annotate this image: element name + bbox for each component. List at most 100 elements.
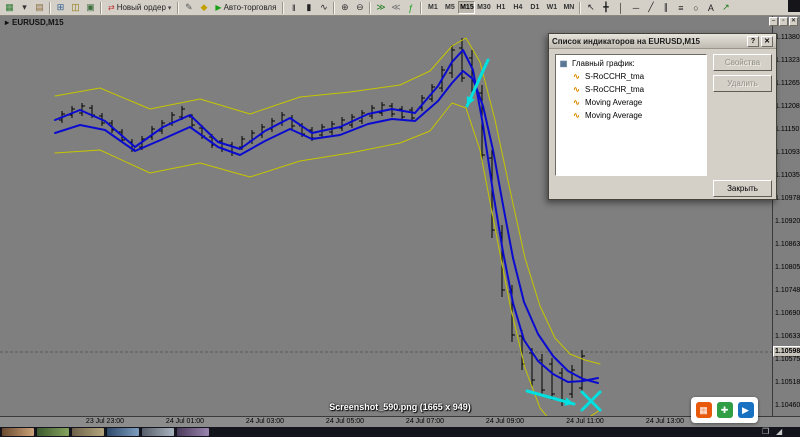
indicator-item[interactable]: ∿Moving Average (558, 96, 704, 109)
price-axis-label: 1.11208 (775, 103, 800, 110)
timeframe-m1[interactable]: M1 (424, 1, 441, 14)
share-save-icon[interactable]: ✚ (717, 402, 733, 418)
navigator-icon[interactable]: ◫ (68, 1, 83, 15)
taskbar-thumbnail[interactable] (142, 428, 174, 436)
dialog-titlebar[interactable]: Список индикаторов на EURUSD,M15 ? ✕ (549, 34, 776, 49)
resize-icon[interactable]: ◢ (776, 427, 782, 437)
properties-button[interactable]: Свойства (713, 54, 772, 71)
delete-button[interactable]: Удалить (713, 75, 772, 92)
new-order-button-label: Новый ордер (117, 3, 166, 12)
price-axis-label: 1.11150 (775, 126, 799, 133)
indicators-dialog: Список индикаторов на EURUSD,M15 ? ✕ ▦Гл… (548, 33, 777, 200)
text-label-icon[interactable]: A (703, 1, 718, 15)
crosshair-icon[interactable]: ╋ (598, 1, 613, 15)
price-axis-label: 1.11323 (775, 57, 800, 64)
chart-minimize-button[interactable]: – (769, 17, 778, 26)
metaeditor-icon[interactable]: ✎ (181, 1, 196, 15)
taskbar-thumbnail[interactable] (37, 428, 69, 436)
screen-corner-block (788, 0, 800, 12)
metaquotes-icon[interactable]: ◆ (196, 1, 211, 15)
indicator-icon: ∿ (571, 72, 582, 82)
channel-icon[interactable]: ∥ (658, 1, 673, 15)
autotrade-button[interactable]: ▶Авто-торговля (211, 1, 280, 15)
price-axis-label: 1.10460 (775, 402, 800, 409)
indicator-item[interactable]: ∿Moving Average (558, 109, 704, 122)
trendline-icon[interactable]: ╱ (643, 1, 658, 15)
bar-chart-icon[interactable]: ‖ (286, 1, 301, 15)
price-axis-label: 1.10978 (775, 195, 800, 202)
tree-root-main-chart[interactable]: ▦Главный график: (558, 57, 704, 70)
fibonacci-icon[interactable]: ≡ (673, 1, 688, 15)
dialog-close-button[interactable]: ✕ (761, 36, 773, 47)
horizontal-line-icon[interactable]: ─ (628, 1, 643, 15)
timeframe-d1[interactable]: D1 (526, 1, 543, 14)
timeframe-h4[interactable]: H4 (509, 1, 526, 14)
market-watch-icon[interactable]: ⊞ (53, 1, 68, 15)
chart-restore-button[interactable]: ▫ (779, 17, 788, 26)
timeframe-h1[interactable]: H1 (492, 1, 509, 14)
close-button[interactable]: Закрыть (713, 180, 772, 197)
price-axis-label: 1.10633 (775, 333, 800, 340)
share-mail-icon[interactable]: ▦ (696, 402, 712, 418)
price-axis-label: 1.11035 (775, 172, 800, 179)
toolbar-separator (333, 2, 335, 14)
timeframe-m30[interactable]: M30 (475, 1, 492, 14)
time-axis-label: 23 Jul 23:00 (86, 418, 124, 425)
new-order-button-dropdown-icon[interactable]: ▾ (168, 4, 172, 12)
terminal-icon[interactable]: ▣ (83, 1, 98, 15)
indicator-list[interactable]: ▦Главный график:∿S-RoCCHR_tma∿S-RoCCHR_t… (555, 54, 707, 176)
time-axis: 23 Jul 23:0024 Jul 01:0024 Jul 03:0024 J… (0, 416, 800, 427)
vertical-line-icon[interactable]: │ (613, 1, 628, 15)
time-axis-label: 24 Jul 13:00 (646, 418, 684, 425)
toolbar-separator (369, 2, 371, 14)
zoom-out-icon[interactable]: ⊖ (352, 1, 367, 15)
copy-icon[interactable]: ❐ (762, 427, 769, 437)
indicator-icon: ∿ (571, 98, 582, 108)
timeframe-m15[interactable]: M15 (458, 1, 475, 14)
arrow-object-icon[interactable]: ↗ (718, 1, 733, 15)
chart-tree-icon: ▦ (558, 59, 569, 69)
taskbar-thumbnail[interactable] (2, 428, 34, 436)
shapes-icon[interactable]: ○ (688, 1, 703, 15)
zoom-in-icon[interactable]: ⊕ (337, 1, 352, 15)
profiles-icon[interactable]: ▤ (32, 1, 47, 15)
time-axis-label: 24 Jul 01:00 (166, 418, 204, 425)
line-chart-icon[interactable]: ∿ (316, 1, 331, 15)
time-axis-label: 24 Jul 07:00 (406, 418, 444, 425)
timeframe-w1[interactable]: W1 (543, 1, 560, 14)
price-axis-label: 1.10805 (775, 264, 800, 271)
new-order-button[interactable]: ⇄Новый ордер▾ (104, 1, 175, 15)
chart-bullet-icon: ▸ (5, 18, 9, 27)
indicators-icon[interactable]: ƒ (403, 1, 418, 15)
taskbar-thumbnail[interactable] (107, 428, 139, 436)
candlestick-chart-icon[interactable]: ▮ (301, 1, 316, 15)
share-send-icon[interactable]: ▶ (738, 402, 754, 418)
price-axis-label: 1.11093 (775, 149, 800, 156)
toolbar-separator (177, 2, 179, 14)
indicator-item[interactable]: ∿S-RoCCHR_tma (558, 83, 704, 96)
timeframe-m5[interactable]: M5 (441, 1, 458, 14)
chart-shift-icon[interactable]: ≪ (388, 1, 403, 15)
price-axis-label: 1.10518 (775, 379, 800, 386)
indicator-icon: ∿ (571, 111, 582, 121)
trading-terminal: ▦▾▤⊞◫▣⇄Новый ордер▾✎◆▶Авто-торговля‖▮∿⊕⊖… (0, 0, 800, 437)
cursor-icon[interactable]: ↖ (583, 1, 598, 15)
timeframe-mn[interactable]: MN (560, 1, 577, 14)
new-chart-icon[interactable]: ▦ (2, 1, 17, 15)
indicator-icon: ∿ (571, 85, 582, 95)
chart-dropdown-icon[interactable]: ▾ (17, 1, 32, 15)
taskbar-thumbnail[interactable] (72, 428, 104, 436)
auto-scroll-icon[interactable]: ≫ (373, 1, 388, 15)
chart-close-button[interactable]: ✕ (789, 17, 798, 26)
chart-symbol-label: ▸ EURUSD,M15 (5, 18, 64, 27)
indicator-item[interactable]: ∿S-RoCCHR_tma (558, 70, 704, 83)
indicator-name: S-RoCCHR_tma (585, 72, 644, 81)
price-axis-label: 1.10575 (775, 356, 800, 363)
dialog-help-button[interactable]: ? (747, 36, 759, 47)
taskbar-thumbnail[interactable] (177, 428, 209, 436)
toolbar-separator (49, 2, 51, 14)
indicator-name: Moving Average (585, 111, 642, 120)
time-axis-label: 24 Jul 05:00 (326, 418, 364, 425)
time-axis-label: 24 Jul 11:00 (566, 418, 604, 425)
price-axis-label: 1.11380 (775, 34, 800, 41)
